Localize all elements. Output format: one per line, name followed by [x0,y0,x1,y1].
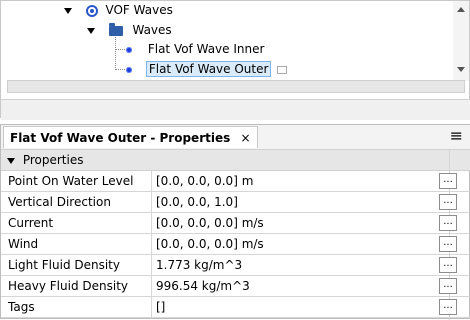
property-row-vertical-direction: Vertical Direction [0.0, 0.0, 1.0] ... [1,192,470,213]
tree-item-label: Flat Vof Wave Outer [145,61,272,77]
tree-connector [115,37,116,70]
close-icon[interactable]: × [240,127,250,149]
collapse-arrow-icon[interactable] [7,157,15,164]
property-row-light-fluid-density: Light Fluid Density 1.773 kg/m^3 ... [1,255,470,276]
tree-vertical-scrollbar[interactable] [453,1,469,81]
property-name: Heavy Fluid Density [8,279,129,293]
tree-item-flat-vof-wave-inner[interactable]: Flat Vof Wave Inner [126,39,264,59]
property-value[interactable]: [] [151,297,441,318]
property-row-current: Current [0.0, 0.0, 0.0] m/s ... [1,213,470,234]
wave-item-icon [126,67,132,73]
panel-tabbar: Flat Vof Wave Outer - Properties × ≡ [1,125,470,150]
tree-horizontal-scrollbar[interactable] [7,80,465,93]
property-name: Wind [8,237,39,251]
tree-node-label: VOF Waves [105,3,173,17]
property-value[interactable]: [0.0, 0.0, 0.0] m/s [151,213,441,234]
property-row-point-on-water-level: Point On Water Level [0.0, 0.0, 0.0] m .… [1,171,470,192]
expand-arrow-icon[interactable] [87,27,95,34]
property-value[interactable]: 996.54 kg/m^3 [151,276,441,297]
property-edit-button[interactable]: ... [439,278,457,294]
wave-item-icon [126,47,132,53]
tree-connector [115,49,125,50]
property-row-tags: Tags [] ... [1,297,470,318]
tree-node-waves[interactable]: Waves [87,20,172,40]
tree-view: VOF Waves Waves Flat Vof Wave Inner Flat… [0,0,470,120]
tab-title: Flat Vof Wave Outer - Properties [10,131,231,145]
properties-panel: Flat Vof Wave Outer - Properties × ≡ Pro… [0,124,470,320]
tree-node-label: Waves [132,23,172,37]
properties-tab[interactable]: Flat Vof Wave Outer - Properties × [3,126,258,148]
section-title: Properties [22,153,84,167]
tree-connector [115,69,125,70]
property-name: Point On Water Level [8,174,134,188]
property-name: Tags [8,300,35,314]
vof-waves-icon [85,4,98,17]
property-row-heavy-fluid-density: Heavy Fluid Density 996.54 kg/m^3 ... [1,276,470,297]
property-edit-button[interactable]: ... [439,236,457,252]
property-value[interactable]: [0.0, 0.0, 0.0] m [151,171,441,192]
property-edit-button[interactable]: ... [439,173,457,189]
property-name: Current [8,216,54,230]
property-name: Vertical Direction [8,195,111,209]
property-name: Light Fluid Density [8,258,120,272]
tree-item-flat-vof-wave-outer[interactable]: Flat Vof Wave Outer [126,59,288,79]
panel-menu-icon[interactable]: ≡ [450,127,463,145]
expand-arrow-icon[interactable] [64,7,72,14]
scroll-up-icon[interactable] [457,7,465,12]
property-row-wind: Wind [0.0, 0.0, 0.0] m/s ... [1,234,470,255]
folder-icon [108,22,123,36]
tree-node-vof-waves[interactable]: VOF Waves [64,0,173,20]
property-edit-button[interactable]: ... [439,194,457,210]
property-edit-button[interactable]: ... [439,215,457,231]
properties-section-header[interactable]: Properties [1,150,470,171]
property-value[interactable]: 1.773 kg/m^3 [151,255,441,276]
scroll-down-icon[interactable] [457,67,465,72]
property-edit-button[interactable]: ... [439,257,457,273]
tree-footer [1,99,470,120]
tree-item-label: Flat Vof Wave Inner [147,42,265,56]
property-value[interactable]: [0.0, 0.0, 1.0] [151,192,441,213]
property-edit-button[interactable]: ... [439,299,457,315]
tooltip-marker-icon [277,65,288,74]
property-value[interactable]: [0.0, 0.0, 0.0] m/s [151,234,441,255]
